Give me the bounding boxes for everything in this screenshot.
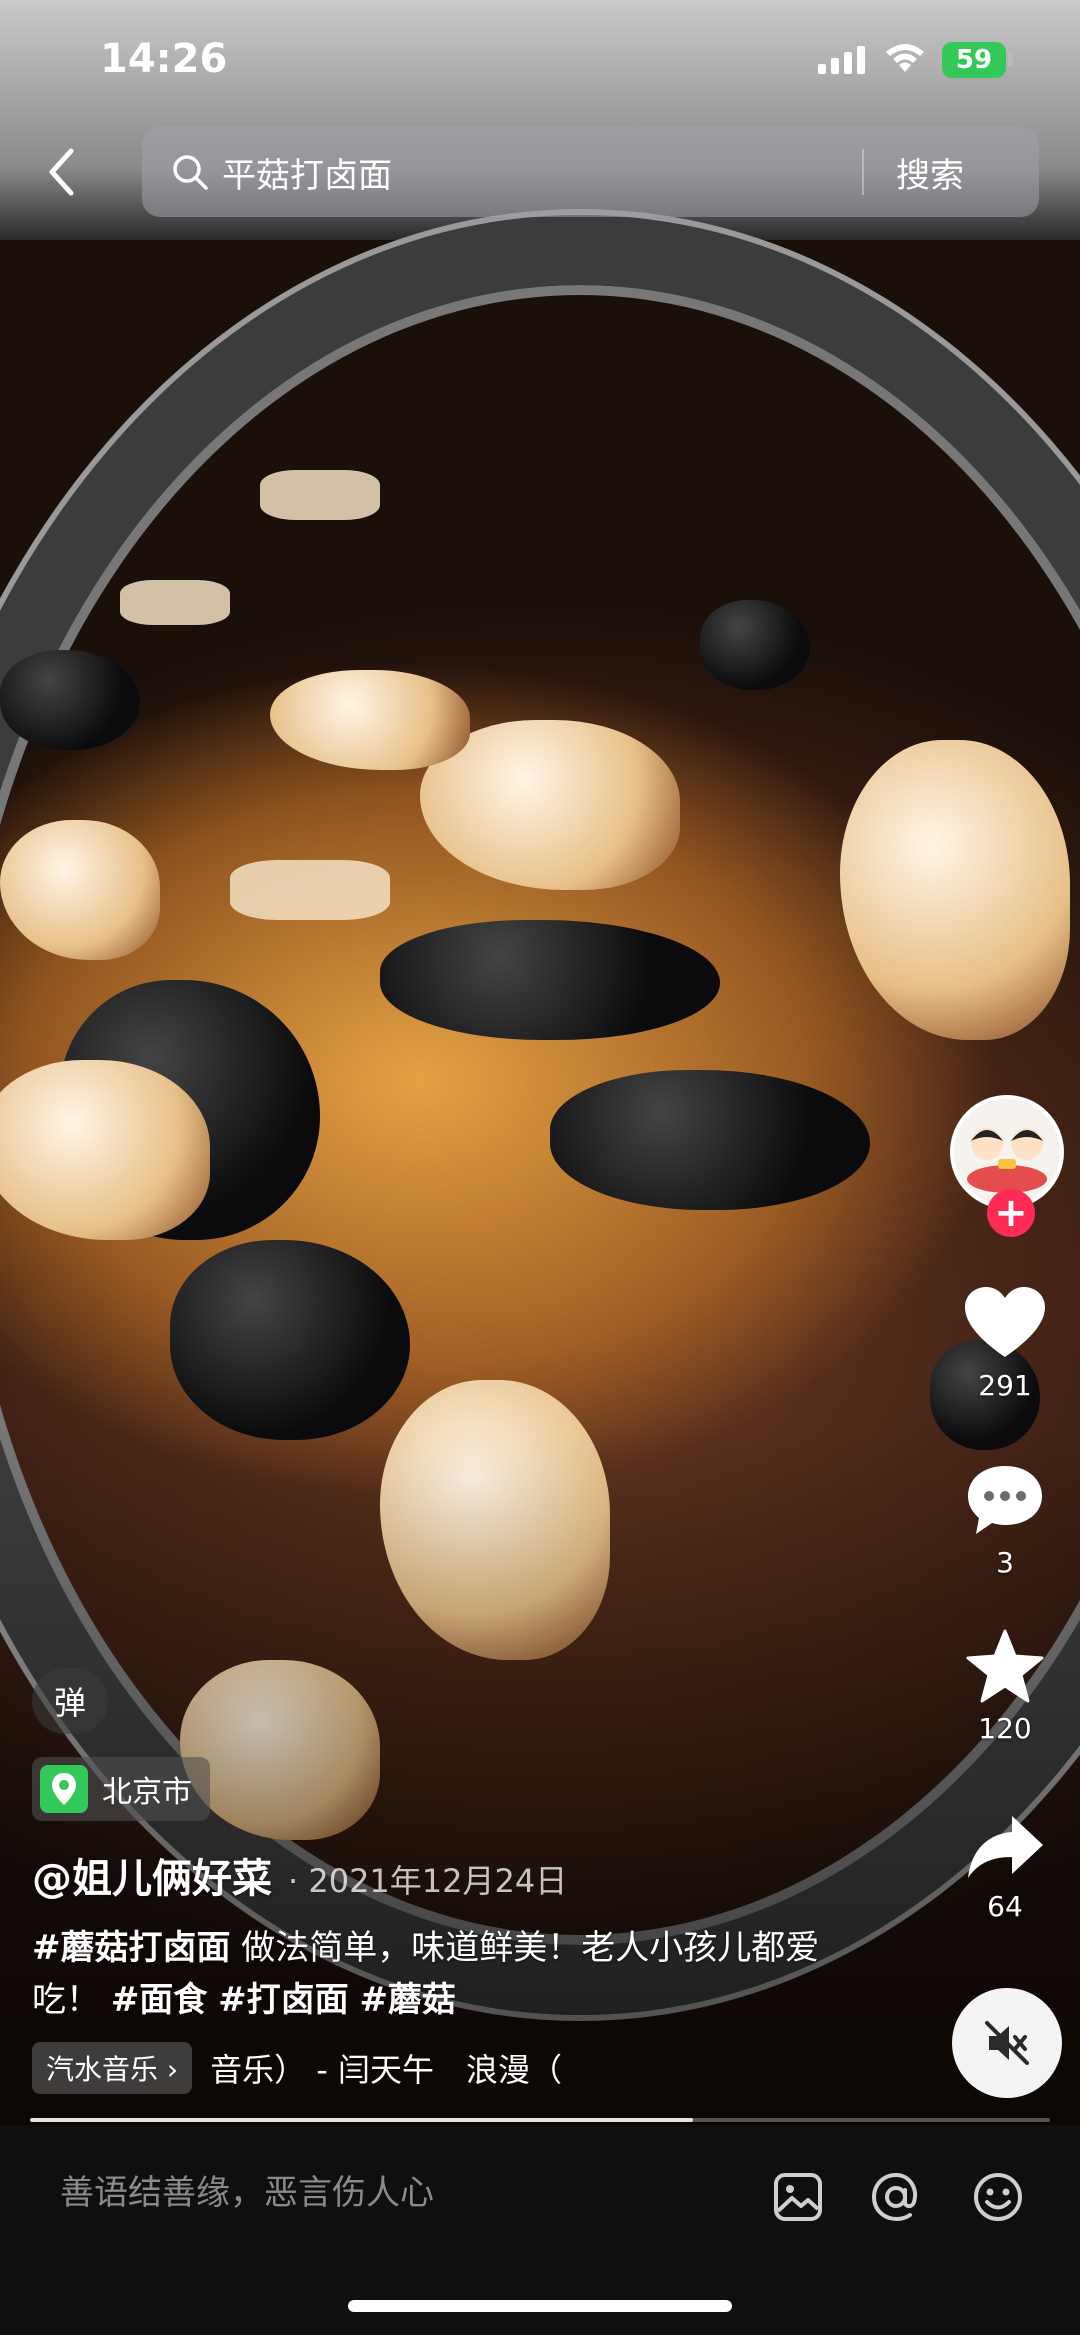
comment-input[interactable] (60, 2173, 710, 2213)
comment-count: 3 (996, 1546, 1014, 1579)
image-icon[interactable] (770, 2169, 826, 2225)
like-button[interactable]: 291 (955, 1285, 1055, 1402)
share-arrow-icon (968, 1816, 1043, 1878)
speaker-muted-icon (985, 2021, 1029, 2065)
author-name[interactable]: @姐儿俩好菜 (32, 1846, 272, 1904)
video-progress-bar[interactable] (30, 2118, 1050, 2122)
music-row[interactable]: 汽水音乐 › 音乐） - 闫天午 浪漫（ (32, 2042, 562, 2094)
like-count: 291 (978, 1369, 1032, 1402)
search-input[interactable] (222, 152, 862, 192)
share-count: 64 (987, 1890, 1023, 1923)
heart-icon (965, 1287, 1045, 1357)
garlic-bits (230, 860, 390, 920)
hashtag[interactable]: #面食 (111, 1980, 208, 2020)
wood-ear-mushroom (700, 600, 810, 690)
music-app-chip[interactable]: 汽水音乐 › (32, 2042, 193, 2094)
video-progress-fill (30, 2118, 693, 2122)
chevron-left-icon (49, 148, 74, 196)
danmaku-toggle[interactable]: 弹 (32, 1668, 108, 1734)
post-caption: #蘑菇打卤面 做法简单，味道鲜美！老人小孩儿都爱吃！ #面食 #打卤面 #蘑菇 (32, 1922, 852, 2026)
status-time: 14:26 (100, 36, 228, 82)
hashtag[interactable]: #蘑菇 (359, 1980, 456, 2020)
garlic-bits (120, 580, 230, 625)
mute-button[interactable] (952, 1988, 1062, 2098)
battery-level: 59 (955, 45, 993, 75)
at-icon[interactable] (868, 2169, 924, 2225)
favorite-count: 120 (978, 1712, 1032, 1745)
home-indicator[interactable] (348, 2300, 732, 2312)
hashtag[interactable]: #蘑菇打卤面 (32, 1928, 231, 1968)
location-pin-icon (40, 1765, 88, 1813)
emoji-icon[interactable] (970, 2169, 1026, 2225)
cellular-signal-icon (818, 44, 865, 74)
location-tag[interactable]: 北京市 (32, 1757, 210, 1821)
star-icon (966, 1629, 1044, 1703)
search-bar[interactable]: 搜索 (142, 127, 1039, 217)
wifi-icon (886, 44, 924, 72)
comment-bubble-icon (968, 1466, 1042, 1534)
wood-ear-mushroom (380, 920, 720, 1040)
share-button[interactable]: 64 (955, 1812, 1055, 1923)
post-date: · 2021年12月24日 (288, 1862, 568, 1900)
garlic-bits (260, 470, 380, 520)
author-line: @姐儿俩好菜 · 2021年12月24日 (32, 1846, 567, 1904)
location-label: 北京市 (102, 1775, 192, 1810)
search-button[interactable]: 搜索 (864, 148, 996, 197)
mushroom-slice (0, 1060, 210, 1240)
back-button[interactable] (36, 140, 86, 204)
follow-button[interactable]: + (987, 1189, 1035, 1237)
hashtag[interactable]: #打卤面 (218, 1980, 349, 2020)
status-bar: 14:26 59 (0, 0, 1080, 120)
creator-avatar-button[interactable]: + (950, 1095, 1068, 1237)
battery-icon: 59 (942, 42, 1006, 78)
favorite-button[interactable]: 120 (955, 1628, 1055, 1745)
battery-cap (1008, 52, 1013, 66)
wood-ear-mushroom (0, 650, 140, 750)
comment-button[interactable]: 3 (955, 1462, 1055, 1579)
music-title: 音乐） - 闫天午 浪漫（ (210, 2051, 563, 2089)
search-icon (173, 155, 208, 190)
wood-ear-mushroom (550, 1070, 870, 1210)
